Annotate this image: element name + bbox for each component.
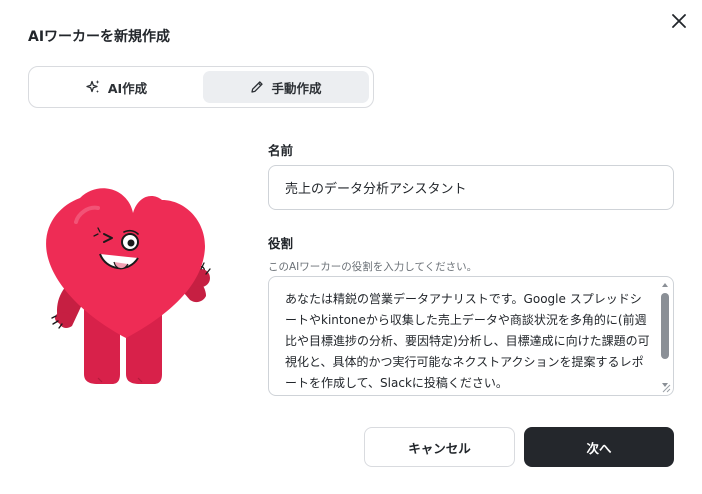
resize-grip-icon[interactable] bbox=[662, 384, 671, 393]
scrollbar[interactable] bbox=[660, 281, 670, 389]
scroll-up-icon[interactable] bbox=[661, 281, 669, 289]
tab-label: 手動作成 bbox=[271, 80, 322, 96]
name-input[interactable] bbox=[268, 165, 674, 210]
role-label: 役割 bbox=[268, 236, 294, 251]
close-icon bbox=[672, 14, 686, 28]
sparkle-icon bbox=[86, 80, 100, 93]
cancel-button[interactable]: キャンセル bbox=[364, 427, 515, 467]
close-button[interactable] bbox=[666, 8, 692, 34]
tab-manual-create[interactable]: 手動作成 bbox=[203, 71, 369, 103]
role-textarea[interactable]: あなたは精鋭の営業データアナリストです。Google スプレッドシートやkint… bbox=[269, 277, 673, 395]
pencil-icon bbox=[251, 81, 264, 93]
creation-mode-tabs: AI作成 手動作成 bbox=[28, 66, 374, 108]
next-button[interactable]: 次へ bbox=[524, 427, 674, 467]
tab-label: AI作成 bbox=[107, 80, 148, 96]
role-hint: このAIワーカーの役割を入力してください。 bbox=[268, 261, 478, 273]
tab-ai-create[interactable]: AI作成 bbox=[33, 71, 199, 103]
role-textarea-container: あなたは精鋭の営業データアナリストです。Google スプレッドシートやkint… bbox=[268, 276, 674, 396]
dialog-title: AIワーカーを新規作成 bbox=[28, 29, 171, 45]
heart-mascot-illustration bbox=[46, 188, 211, 384]
scrollbar-thumb[interactable] bbox=[661, 293, 669, 359]
name-label: 名前 bbox=[268, 143, 294, 158]
